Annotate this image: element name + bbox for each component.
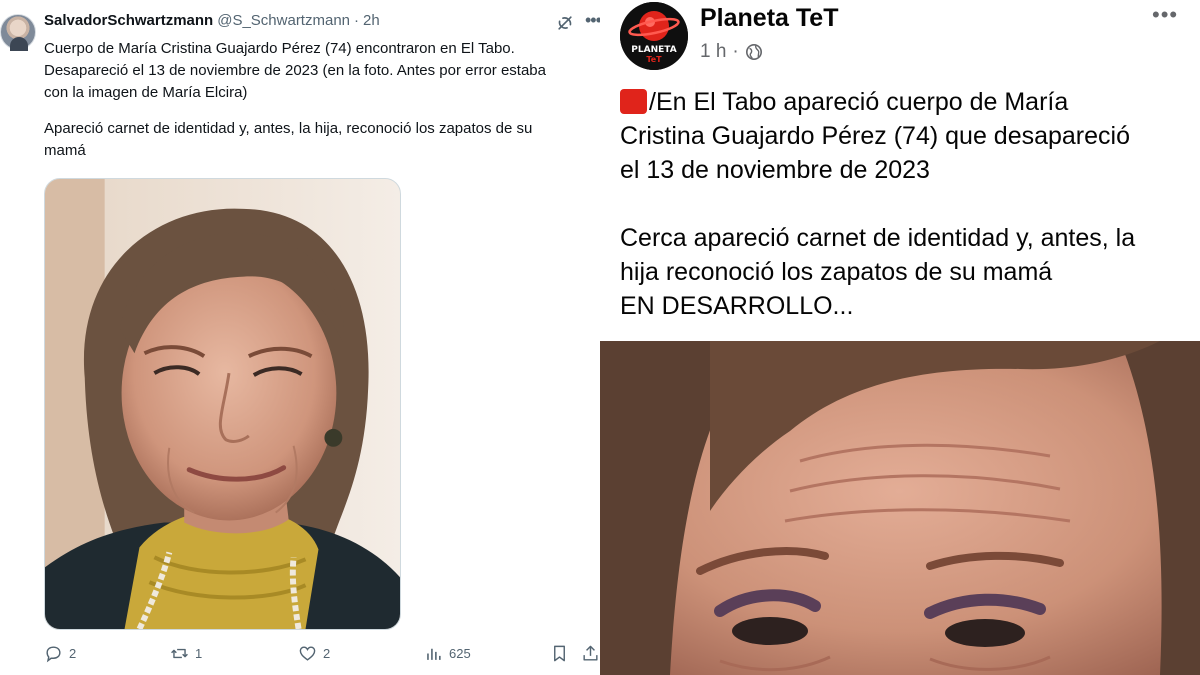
post-photo[interactable] <box>600 341 1200 675</box>
more-options-icon[interactable]: ••• <box>1152 2 1178 28</box>
repost-count: 1 <box>195 646 203 661</box>
post-time[interactable]: 1 h <box>700 41 726 63</box>
post-paragraph-1: /En El Tabo apareció cuerpo de María Cri… <box>620 85 1190 187</box>
post-paragraph-1-text: /En El Tabo apareció cuerpo de María Cri… <box>620 88 1130 184</box>
repost-button[interactable]: 1 <box>170 644 202 663</box>
repost-icon <box>171 648 188 659</box>
page-name[interactable]: Planeta TeT <box>700 4 838 33</box>
view-count: 625 <box>449 646 471 661</box>
bookmark-button[interactable] <box>550 644 569 663</box>
page-avatar[interactable]: PLANETA TeT <box>620 2 688 70</box>
like-icon <box>299 646 316 661</box>
author-avatar[interactable] <box>0 14 36 51</box>
views-icon <box>427 648 441 660</box>
reply-count: 2 <box>69 646 77 661</box>
tweet-text: Cuerpo de María Cristina Guajardo Pérez … <box>44 38 600 162</box>
tweet-post: SalvadorSchwartzmann @S_Schwartzmann · 2h •… <box>0 0 600 675</box>
post-time[interactable]: 2h <box>363 12 380 29</box>
separator-dot: · <box>354 12 359 29</box>
post-meta: 1 h · <box>700 41 763 63</box>
logo-text-top: PLANETA <box>631 45 676 55</box>
views-button[interactable]: 625 <box>424 644 471 663</box>
like-button[interactable]: 2 <box>298 644 330 663</box>
post-text: /En El Tabo apareció cuerpo de María Cri… <box>620 85 1190 323</box>
author-handle[interactable]: @S_Schwartzmann <box>217 12 350 29</box>
post-paragraph-2: Cerca apareció carnet de identidad y, an… <box>620 224 1136 320</box>
share-button[interactable] <box>581 644 600 663</box>
grok-icon[interactable] <box>555 13 575 33</box>
author-name[interactable]: SalvadorSchwartzmann <box>44 12 213 29</box>
logo-text-bottom: TeT <box>646 55 662 64</box>
facebook-post: PLANETA TeT Planeta TeT 1 h · ••• /En El… <box>600 0 1200 675</box>
more-options-icon[interactable]: ••• <box>585 10 600 31</box>
reply-icon <box>46 646 61 663</box>
tweet-paragraph-1: Cuerpo de María Cristina Guajardo Pérez … <box>44 40 546 101</box>
like-count: 2 <box>323 646 331 661</box>
bookmark-icon <box>554 645 565 662</box>
reply-button[interactable]: 2 <box>44 644 76 663</box>
tweet-photo[interactable] <box>44 178 401 630</box>
separator-dot: · <box>732 41 739 62</box>
tweet-actions: 2 1 2 625 <box>44 644 600 668</box>
share-icon <box>583 645 598 661</box>
red-square-icon <box>620 89 647 114</box>
globe-icon[interactable] <box>745 43 763 61</box>
tweet-paragraph-2: Apareció carnet de identidad y, antes, l… <box>44 120 533 159</box>
tweet-header: SalvadorSchwartzmann @S_Schwartzmann · 2h <box>44 12 380 29</box>
